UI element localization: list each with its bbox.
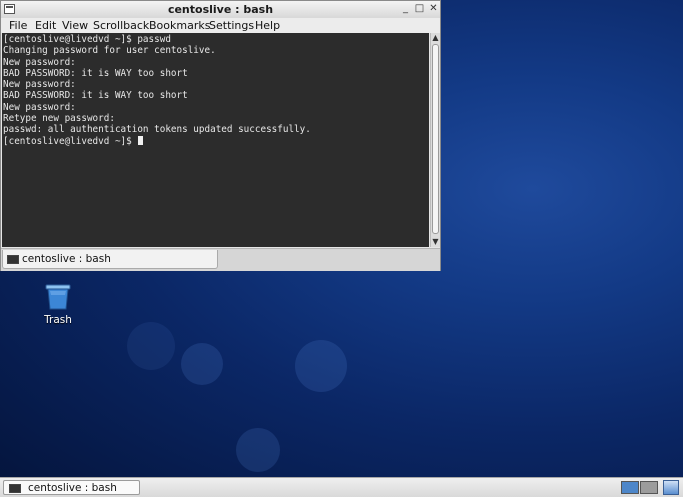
close-icon[interactable]: ✕ bbox=[428, 4, 439, 14]
menu-file[interactable]: File bbox=[9, 19, 27, 32]
wallpaper-bokeh bbox=[127, 322, 175, 370]
wallpaper-bokeh bbox=[295, 340, 347, 392]
workspace-2-button[interactable] bbox=[640, 481, 658, 494]
maximize-icon[interactable]: □ bbox=[414, 4, 425, 14]
trash-desktop-item[interactable]: Trash bbox=[36, 283, 80, 327]
trash-label: Trash bbox=[44, 314, 72, 326]
wallpaper-bokeh bbox=[181, 343, 223, 385]
terminal-line: BAD PASSWORD: it is WAY too short bbox=[3, 67, 188, 79]
terminal-window[interactable]: centoslive : bash _ □ ✕ File Edit View S… bbox=[0, 0, 441, 271]
terminal-line: Retype new password: bbox=[3, 113, 115, 125]
terminal-icon bbox=[7, 255, 19, 264]
menu-bookmarks[interactable]: Bookmarks bbox=[149, 19, 210, 32]
bottom-panel: centoslive : bash bbox=[0, 477, 683, 497]
menu-scrollback[interactable]: Scrollback bbox=[93, 19, 149, 32]
vertical-scrollbar[interactable]: ▲ ▼ bbox=[430, 33, 440, 247]
workspace-1-button[interactable] bbox=[621, 481, 639, 494]
show-desktop-icon[interactable] bbox=[663, 480, 679, 495]
terminal-line: BAD PASSWORD: it is WAY too short bbox=[3, 90, 188, 102]
menu-settings[interactable]: Settings bbox=[209, 19, 254, 32]
taskbar-window-button[interactable]: centoslive : bash bbox=[3, 480, 140, 495]
terminal-line: New password: bbox=[3, 79, 76, 91]
scroll-thumb[interactable] bbox=[432, 44, 439, 234]
tab-label: centoslive : bash bbox=[22, 253, 111, 265]
terminal-line: New password: bbox=[3, 101, 76, 113]
title-bar[interactable]: centoslive : bash _ □ ✕ bbox=[1, 1, 440, 19]
wallpaper-bokeh bbox=[236, 428, 280, 472]
minimize-icon[interactable]: _ bbox=[400, 4, 411, 14]
trash-icon bbox=[45, 284, 71, 310]
terminal-line: New password: bbox=[3, 56, 76, 68]
tab-session[interactable]: centoslive : bash bbox=[2, 250, 218, 269]
terminal-line: passwd: all authentication tokens update… bbox=[3, 124, 311, 136]
menu-help[interactable]: Help bbox=[255, 19, 280, 32]
tab-bar: centoslive : bash bbox=[1, 248, 440, 271]
terminal-output[interactable]: [centoslive@livedvd ~]$ passwd Changing … bbox=[2, 33, 429, 247]
terminal-prompt: [centoslive@livedvd ~]$ bbox=[3, 135, 138, 147]
terminal-icon bbox=[9, 484, 21, 493]
menu-bar: File Edit View Scrollback Bookmarks Sett… bbox=[1, 18, 440, 33]
text-cursor bbox=[138, 135, 144, 145]
window-title: centoslive : bash bbox=[167, 3, 274, 16]
taskbar-window-label: centoslive : bash bbox=[28, 482, 117, 494]
scroll-down-arrow-icon[interactable]: ▼ bbox=[431, 237, 440, 247]
menu-edit[interactable]: Edit bbox=[35, 19, 56, 32]
terminal-line: [centoslive@livedvd ~]$ passwd bbox=[3, 34, 171, 45]
menu-view[interactable]: View bbox=[62, 19, 88, 32]
terminal-line: Changing password for user centoslive. bbox=[3, 45, 216, 57]
scroll-up-arrow-icon[interactable]: ▲ bbox=[431, 33, 440, 43]
